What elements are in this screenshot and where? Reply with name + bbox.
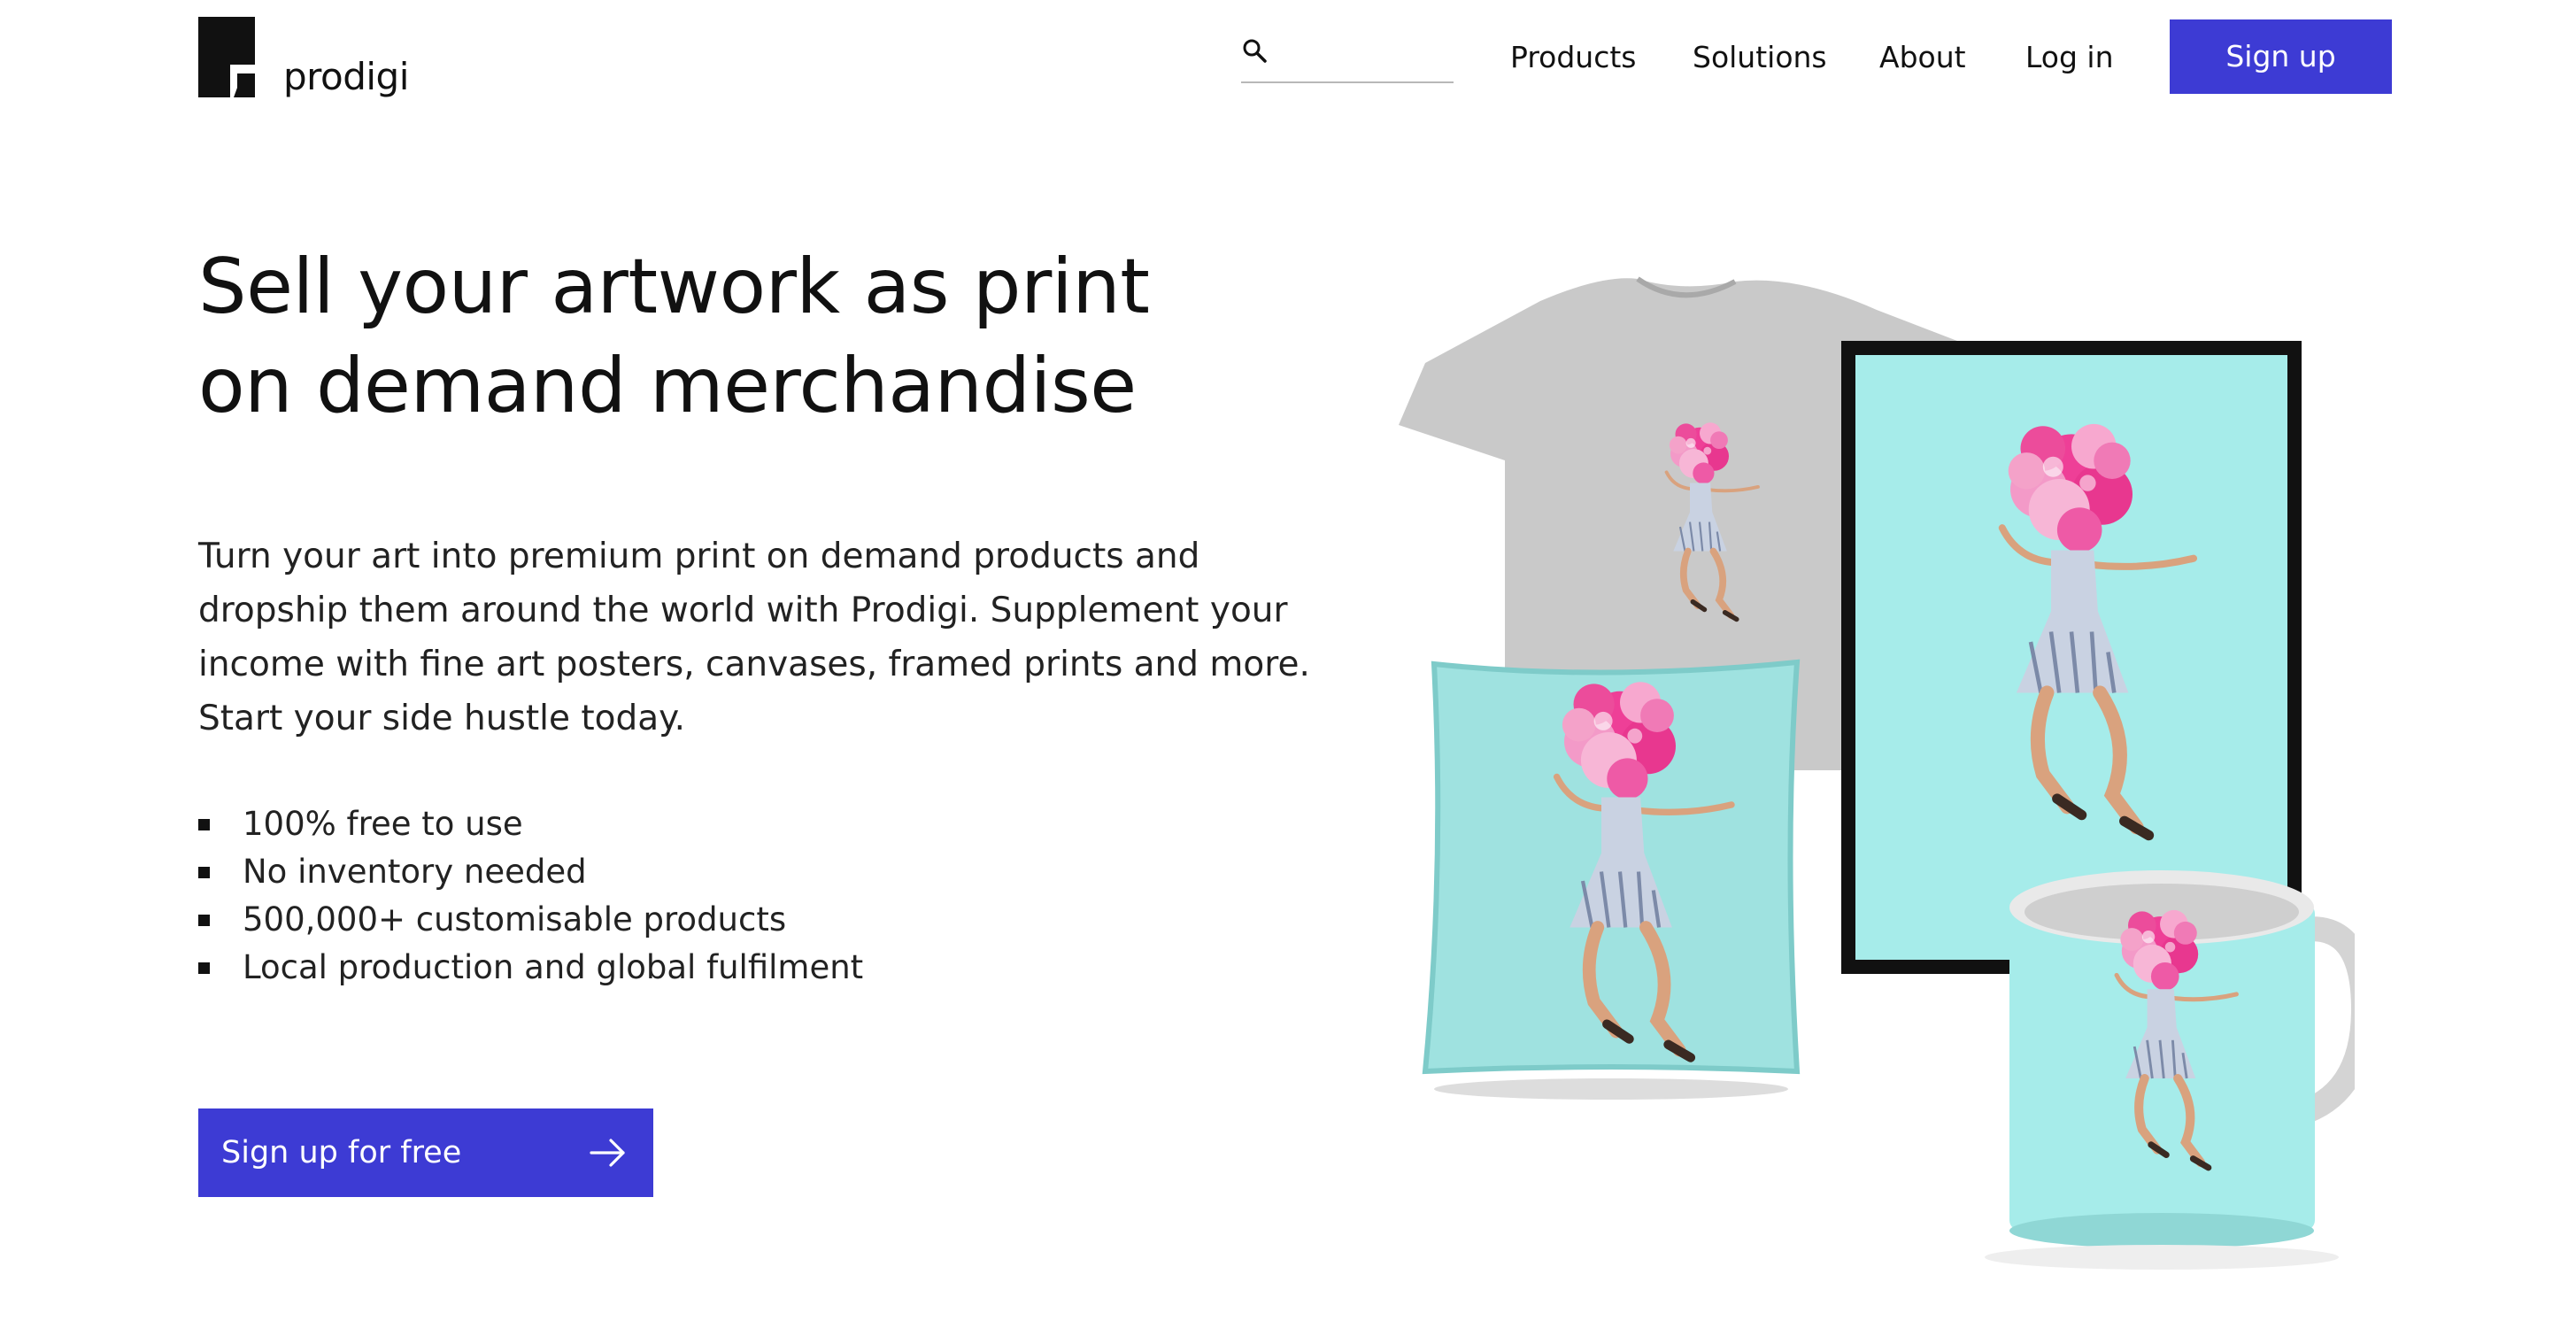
benefit-item: 100% free to use: [198, 800, 863, 848]
prodigi-logo[interactable]: prodigi: [198, 17, 409, 97]
benefits-list: 100% free to use No inventory needed 500…: [198, 800, 863, 992]
nav-solutions[interactable]: Solutions: [1693, 35, 1827, 80]
benefit-text: 500,000+ customisable products: [243, 900, 787, 938]
hero-headline: Sell your artwork as print on demand mer…: [198, 237, 1296, 436]
benefit-text: No inventory needed: [243, 853, 587, 891]
bullet-icon: [198, 867, 210, 878]
product-mockup-image: [1399, 276, 2355, 1270]
headline-line: Sell your artwork as print: [198, 243, 1150, 331]
mug-product: [1985, 870, 2355, 1270]
benefit-item: No inventory needed: [198, 848, 863, 896]
nav-products[interactable]: Products: [1510, 35, 1637, 80]
search-box[interactable]: [1241, 35, 1455, 83]
intro-line: dropship them around the world with Prod…: [198, 591, 1288, 630]
hero-intro: Turn your art into premium print on dema…: [198, 529, 1314, 745]
signup-button[interactable]: Sign up: [2170, 19, 2392, 94]
benefit-text: 100% free to use: [243, 805, 523, 843]
logo-mark-icon: [198, 17, 255, 97]
benefit-text: Local production and global fulfilment: [243, 948, 864, 986]
nav-about[interactable]: About: [1879, 35, 1966, 80]
intro-line: Start your side hustle today.: [198, 699, 686, 738]
search-input[interactable]: [1278, 35, 1455, 76]
signup-free-label: Sign up for free: [221, 1135, 462, 1170]
benefit-item: 500,000+ customisable products: [198, 896, 863, 944]
bullet-icon: [198, 915, 210, 926]
bullet-icon: [198, 962, 210, 974]
cushion-product: [1422, 659, 1801, 1100]
login-link[interactable]: Log in: [2025, 35, 2114, 80]
search-icon: [1243, 39, 1267, 63]
headline-line: on demand merchandise: [198, 342, 1137, 430]
intro-line: income with fine art posters, canvases, …: [198, 645, 1310, 684]
bullet-icon: [198, 819, 210, 830]
arrow-right-icon: [590, 1139, 625, 1167]
page: prodigi Products Solutions About Log in …: [0, 0, 2576, 1344]
benefit-item: Local production and global fulfilment: [198, 944, 863, 992]
intro-line: Turn your art into premium print on dema…: [198, 537, 1200, 576]
logo-wordmark: prodigi: [283, 55, 409, 98]
signup-free-button[interactable]: Sign up for free: [198, 1108, 653, 1197]
